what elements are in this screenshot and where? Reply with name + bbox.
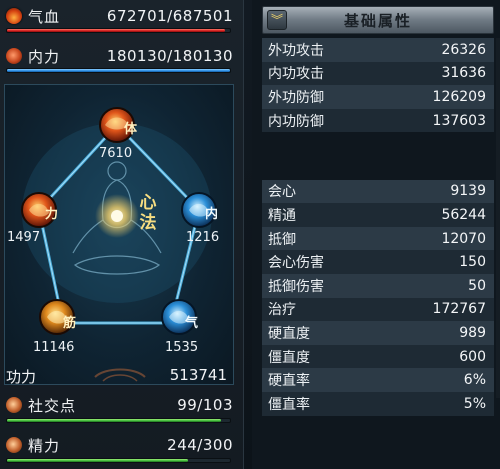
node-right-glyph: 内 bbox=[205, 206, 218, 222]
attribute-row: 外功攻击 26326 bbox=[262, 38, 494, 62]
node-top-value: 7610 bbox=[99, 146, 133, 161]
node-bottom-right[interactable]: 气 bbox=[161, 299, 198, 335]
node-bottom-left-value: 11146 bbox=[33, 340, 75, 355]
attribute-row: 治疗 172767 bbox=[262, 297, 494, 322]
attribute-value: 31636 bbox=[441, 65, 486, 82]
double-chevron-down-icon: ︾ bbox=[270, 13, 283, 27]
social-bar-fill bbox=[7, 419, 222, 422]
attribute-value: 150 bbox=[459, 254, 486, 271]
attribute-name: 会心 bbox=[268, 184, 296, 201]
attribute-name: 精通 bbox=[268, 207, 296, 224]
attribute-row: 内功攻击 31636 bbox=[262, 61, 494, 86]
social-row: 社交点 99/103 bbox=[6, 394, 233, 416]
hp-label: 气血 bbox=[28, 7, 61, 26]
attribute-name: 治疗 bbox=[268, 302, 296, 319]
mp-row: 内力 180130/180130 bbox=[6, 45, 233, 67]
energy-value: 244/300 bbox=[167, 436, 233, 454]
merit-value: 513741 bbox=[169, 366, 227, 384]
energy-row: 精力 244/300 bbox=[6, 434, 233, 456]
attribute-row: 会心 9139 bbox=[262, 179, 494, 204]
attribute-name: 抵御伤害 bbox=[268, 278, 324, 295]
center-core bbox=[111, 210, 123, 222]
attribute-row: 抵御伤害 50 bbox=[262, 273, 494, 298]
node-bottom-right-value: 1535 bbox=[165, 340, 199, 355]
attribute-name: 抵御 bbox=[268, 231, 296, 248]
attribute-name: 外功攻击 bbox=[268, 42, 324, 59]
attribute-row: 抵御 12070 bbox=[262, 226, 494, 251]
center-label: 心法 bbox=[140, 193, 157, 233]
social-value: 99/103 bbox=[177, 396, 233, 414]
mp-label: 内力 bbox=[28, 47, 61, 66]
energy-bar-fill bbox=[7, 459, 189, 462]
attribute-value: 989 bbox=[459, 324, 486, 341]
energy-bar bbox=[6, 458, 231, 463]
inner-force-icon bbox=[6, 48, 22, 64]
attribute-list: 外功攻击 26326 内功攻击 31636 外功防御 126209 内功防御 137603 会心… bbox=[262, 38, 494, 416]
social-label: 社交点 bbox=[28, 396, 77, 415]
attributes-title: 基础属性 bbox=[343, 11, 412, 30]
attribute-value: 56244 bbox=[441, 206, 486, 223]
attribute-name: 内功防御 bbox=[268, 113, 324, 130]
attribute-name: 硬直度 bbox=[268, 325, 310, 342]
attribute-row: 僵直率 5% bbox=[262, 391, 494, 416]
attribute-value: 137603 bbox=[432, 112, 486, 129]
attribute-name: 内功攻击 bbox=[268, 66, 324, 83]
node-bottom-left-glyph: 筋 bbox=[62, 315, 76, 331]
meridian-pentagon-panel: 心法 体 力 内 筋 气 7610 1497 1216 11146 1535 bbox=[4, 84, 234, 385]
attribute-name: 会心伤害 bbox=[268, 255, 324, 272]
node-right[interactable]: 内 bbox=[181, 192, 218, 228]
attribute-name: 僵直率 bbox=[268, 396, 310, 413]
attribute-row: 硬直率 6% bbox=[262, 368, 494, 392]
attribute-row: 硬直度 989 bbox=[262, 321, 494, 345]
attribute-value: 9139 bbox=[450, 183, 486, 200]
attribute-row bbox=[262, 156, 494, 180]
hp-value: 672701/687501 bbox=[106, 7, 233, 25]
merit-label: 功力 bbox=[6, 368, 37, 386]
attribute-value: 126209 bbox=[432, 88, 486, 105]
mp-bar-fill bbox=[7, 69, 230, 72]
hp-bar bbox=[6, 28, 231, 33]
attribute-row: 外功防御 126209 bbox=[262, 85, 494, 109]
attribute-row: 会心伤害 150 bbox=[262, 250, 494, 274]
flame-icon bbox=[6, 8, 22, 24]
character-status-panel: 气血 672701/687501 内力 180130/180130 心法 体 力… bbox=[0, 0, 244, 469]
node-bottom-left[interactable]: 筋 bbox=[39, 299, 76, 335]
node-left-value: 1497 bbox=[7, 230, 41, 245]
basic-attributes-panel: ︾ 基础属性 外功攻击 26326 内功攻击 31636 外功防御 126209 内功防御 1… bbox=[252, 0, 500, 469]
attribute-row: 内功防御 137603 bbox=[262, 108, 494, 133]
collapse-button[interactable]: ︾ bbox=[267, 10, 287, 30]
social-icon bbox=[6, 397, 22, 413]
node-bottom-right-glyph: 气 bbox=[185, 315, 198, 331]
attribute-name: 硬直率 bbox=[268, 373, 310, 390]
attribute-row bbox=[262, 132, 494, 156]
hp-row: 气血 672701/687501 bbox=[6, 5, 233, 27]
attribute-row: 僵直度 600 bbox=[262, 344, 494, 369]
node-top-glyph: 体 bbox=[124, 121, 138, 137]
character-attributes-window: 气血 672701/687501 内力 180130/180130 心法 体 力… bbox=[0, 0, 500, 469]
attribute-value: 26326 bbox=[441, 41, 486, 58]
attribute-value: 12070 bbox=[441, 230, 486, 247]
attribute-value: 5% bbox=[463, 395, 486, 412]
attribute-row: 精通 56244 bbox=[262, 203, 494, 227]
social-bar bbox=[6, 418, 231, 423]
attribute-value: 50 bbox=[468, 277, 486, 294]
attributes-title-bar: ︾ 基础属性 bbox=[262, 6, 494, 34]
node-top[interactable]: 体 bbox=[99, 107, 138, 143]
scrollbar[interactable] bbox=[496, 38, 500, 398]
energy-icon bbox=[6, 437, 22, 453]
attribute-name: 僵直度 bbox=[268, 349, 310, 366]
energy-label: 精力 bbox=[28, 436, 61, 455]
attribute-value: 600 bbox=[459, 348, 486, 365]
attribute-value: 6% bbox=[463, 372, 486, 389]
node-right-value: 1216 bbox=[186, 230, 220, 245]
mp-bar bbox=[6, 68, 231, 73]
mp-value: 180130/180130 bbox=[106, 47, 233, 65]
decorative-ornament bbox=[94, 368, 146, 382]
attribute-name: 外功防御 bbox=[268, 89, 324, 106]
attribute-value: 172767 bbox=[432, 301, 486, 318]
hp-bar-fill bbox=[7, 29, 226, 32]
node-left-glyph: 力 bbox=[45, 206, 58, 222]
